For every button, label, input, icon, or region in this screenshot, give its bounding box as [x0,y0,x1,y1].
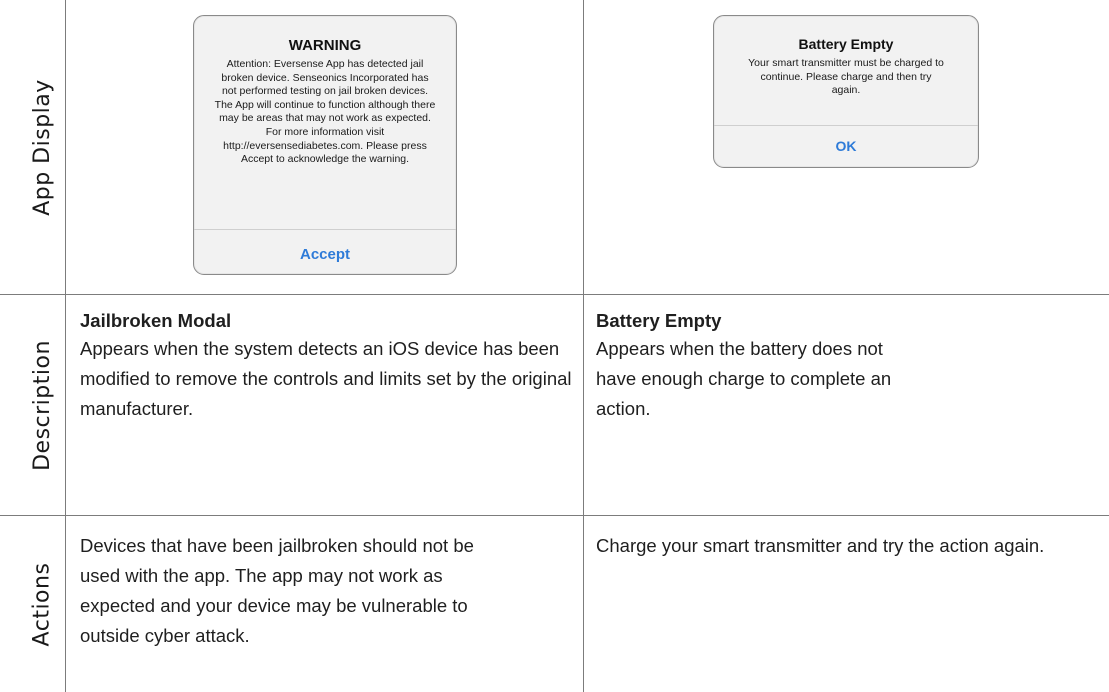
jailbroken-description-text: Appears when the system detects an iOS d… [80,338,572,419]
row-label-app-display-text: App Display [29,78,55,216]
jailbroken-action-text: Devices that have been jailbroken should… [80,535,474,646]
row-divider-display [0,294,1109,295]
battery-description-text: Appears when the battery does not have e… [596,338,892,419]
table-column-divider [583,0,584,692]
jailbroken-description-cell: Jailbroken Modal Appears when the system… [80,310,580,424]
jailbroken-dialog-title: WARNING [288,37,362,54]
jailbroken-dialog-separator [194,229,456,230]
jailbroken-warning-dialog: WARNING Attention: Eversense App has det… [193,15,457,275]
battery-action-cell: Charge your smart transmitter and try th… [596,531,1071,561]
battery-dialog-title: Battery Empty [798,36,894,52]
battery-dialog-message: Your smart transmitter must be charged t… [748,57,944,96]
row-label-actions-text: Actions [29,562,55,646]
row-label-actions: Actions [20,516,64,692]
battery-empty-dialog: Battery Empty Your smart transmitter mus… [713,15,979,168]
table-border-left [65,0,66,692]
row-label-app-display: App Display [20,0,64,294]
jailbroken-action-cell: Devices that have been jailbroken should… [80,531,475,651]
jailbroken-description-heading: Jailbroken Modal [80,310,232,331]
row-label-description-text: Description [29,339,55,471]
jailbroken-dialog-message: Attention: Eversense App has detected ja… [214,58,436,166]
battery-action-text: Charge your smart transmitter and try th… [596,535,1045,556]
accept-button[interactable]: Accept [194,246,456,263]
battery-description-heading: Battery Empty [596,310,722,331]
battery-dialog-separator [714,125,978,126]
battery-description-cell: Battery Empty Appears when the battery d… [596,310,1096,424]
row-label-description: Description [20,295,64,515]
ok-button[interactable]: OK [714,138,978,154]
row-divider-description [0,515,1109,516]
